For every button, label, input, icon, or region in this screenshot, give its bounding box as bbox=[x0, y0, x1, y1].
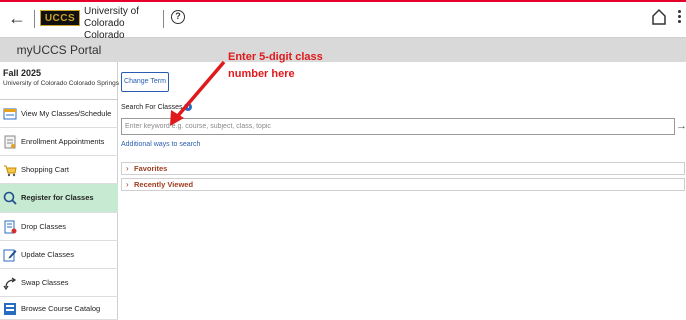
sidebar-item-label: Swap Classes bbox=[21, 278, 69, 287]
document-icon bbox=[4, 135, 16, 149]
sidebar-item-label: Update Classes bbox=[21, 250, 74, 259]
search-icon bbox=[3, 191, 17, 205]
annotation-line: Enter 5-digit class bbox=[228, 51, 323, 63]
annotation-text: Enter 5-digit class number here bbox=[228, 49, 338, 83]
sidebar-item-drop-classes[interactable]: Drop Classes bbox=[0, 213, 118, 241]
sidebar-item-browse-course-catalog[interactable]: Browse Course Catalog bbox=[0, 297, 118, 320]
top-bar: ← UCCS University of Colorado Colorado S… bbox=[0, 0, 686, 53]
sidebar-item-label: View My Classes/Schedule bbox=[21, 109, 112, 118]
swap-icon bbox=[3, 277, 17, 290]
sidebar-item-label: Register for Classes bbox=[21, 193, 94, 202]
sidebar-item-label: Browse Course Catalog bbox=[21, 304, 101, 313]
sidebar-item-shopping-cart[interactable]: Shopping Cart bbox=[0, 156, 118, 184]
divider bbox=[163, 10, 164, 28]
help-circle-icon[interactable]: ? bbox=[171, 10, 185, 24]
sidebar-item-label: Enrollment Appointments bbox=[21, 137, 105, 146]
sidebar-item-label: Shopping Cart bbox=[21, 165, 69, 174]
vertical-dots-icon[interactable] bbox=[676, 8, 682, 26]
accordion-label: Recently Viewed bbox=[134, 180, 194, 189]
search-label: Search For Classes i bbox=[121, 103, 193, 113]
favorites-accordion[interactable]: › Favorites bbox=[121, 162, 685, 175]
chevron-right-icon: › bbox=[126, 180, 129, 189]
info-icon[interactable]: i bbox=[184, 103, 193, 112]
portal-title: myUCCS Portal bbox=[16, 43, 102, 57]
sidebar-item-enrollment-appointments[interactable]: Enrollment Appointments bbox=[0, 128, 118, 156]
annotation-line: number here bbox=[228, 68, 295, 80]
accordion-label: Favorites bbox=[134, 164, 168, 173]
accent-line bbox=[0, 0, 686, 2]
term-block: Fall 2025 University of Colorado Colorad… bbox=[0, 62, 119, 100]
arrow-left-icon[interactable]: ← bbox=[8, 8, 28, 28]
change-term-button[interactable]: Change Term bbox=[121, 72, 169, 92]
sidebar: Fall 2025 University of Colorado Colorad… bbox=[0, 62, 119, 320]
cart-icon bbox=[4, 165, 17, 177]
home-icon[interactable] bbox=[651, 8, 667, 26]
uccs-logo: UCCS bbox=[40, 10, 80, 26]
search-label-text: Search For Classes bbox=[121, 104, 183, 111]
recently-viewed-accordion[interactable]: › Recently Viewed bbox=[121, 178, 685, 191]
sidebar-item-swap-classes[interactable]: Swap Classes bbox=[0, 269, 118, 297]
additional-search-link[interactable]: Additional ways to search bbox=[121, 141, 200, 148]
portal-bar: myUCCS Portal bbox=[0, 38, 686, 62]
sidebar-item-label: Drop Classes bbox=[21, 222, 67, 231]
calendar-icon bbox=[3, 108, 17, 120]
divider bbox=[34, 10, 35, 28]
catalog-icon bbox=[4, 303, 16, 315]
term-school: University of Colorado Colorado Springs bbox=[3, 80, 119, 87]
sidebar-item-update-classes[interactable]: Update Classes bbox=[0, 241, 118, 269]
term-name: Fall 2025 bbox=[3, 68, 42, 78]
search-input[interactable] bbox=[121, 118, 675, 135]
sidebar-item-register-for-classes[interactable]: Register for Classes bbox=[0, 184, 118, 213]
arrow-right-icon[interactable]: → bbox=[676, 118, 686, 135]
sidebar-item-view-my-classes[interactable]: View My Classes/Schedule bbox=[0, 100, 118, 128]
edit-icon bbox=[3, 249, 17, 262]
drop-list-icon bbox=[4, 220, 17, 234]
chevron-right-icon: › bbox=[126, 164, 129, 173]
